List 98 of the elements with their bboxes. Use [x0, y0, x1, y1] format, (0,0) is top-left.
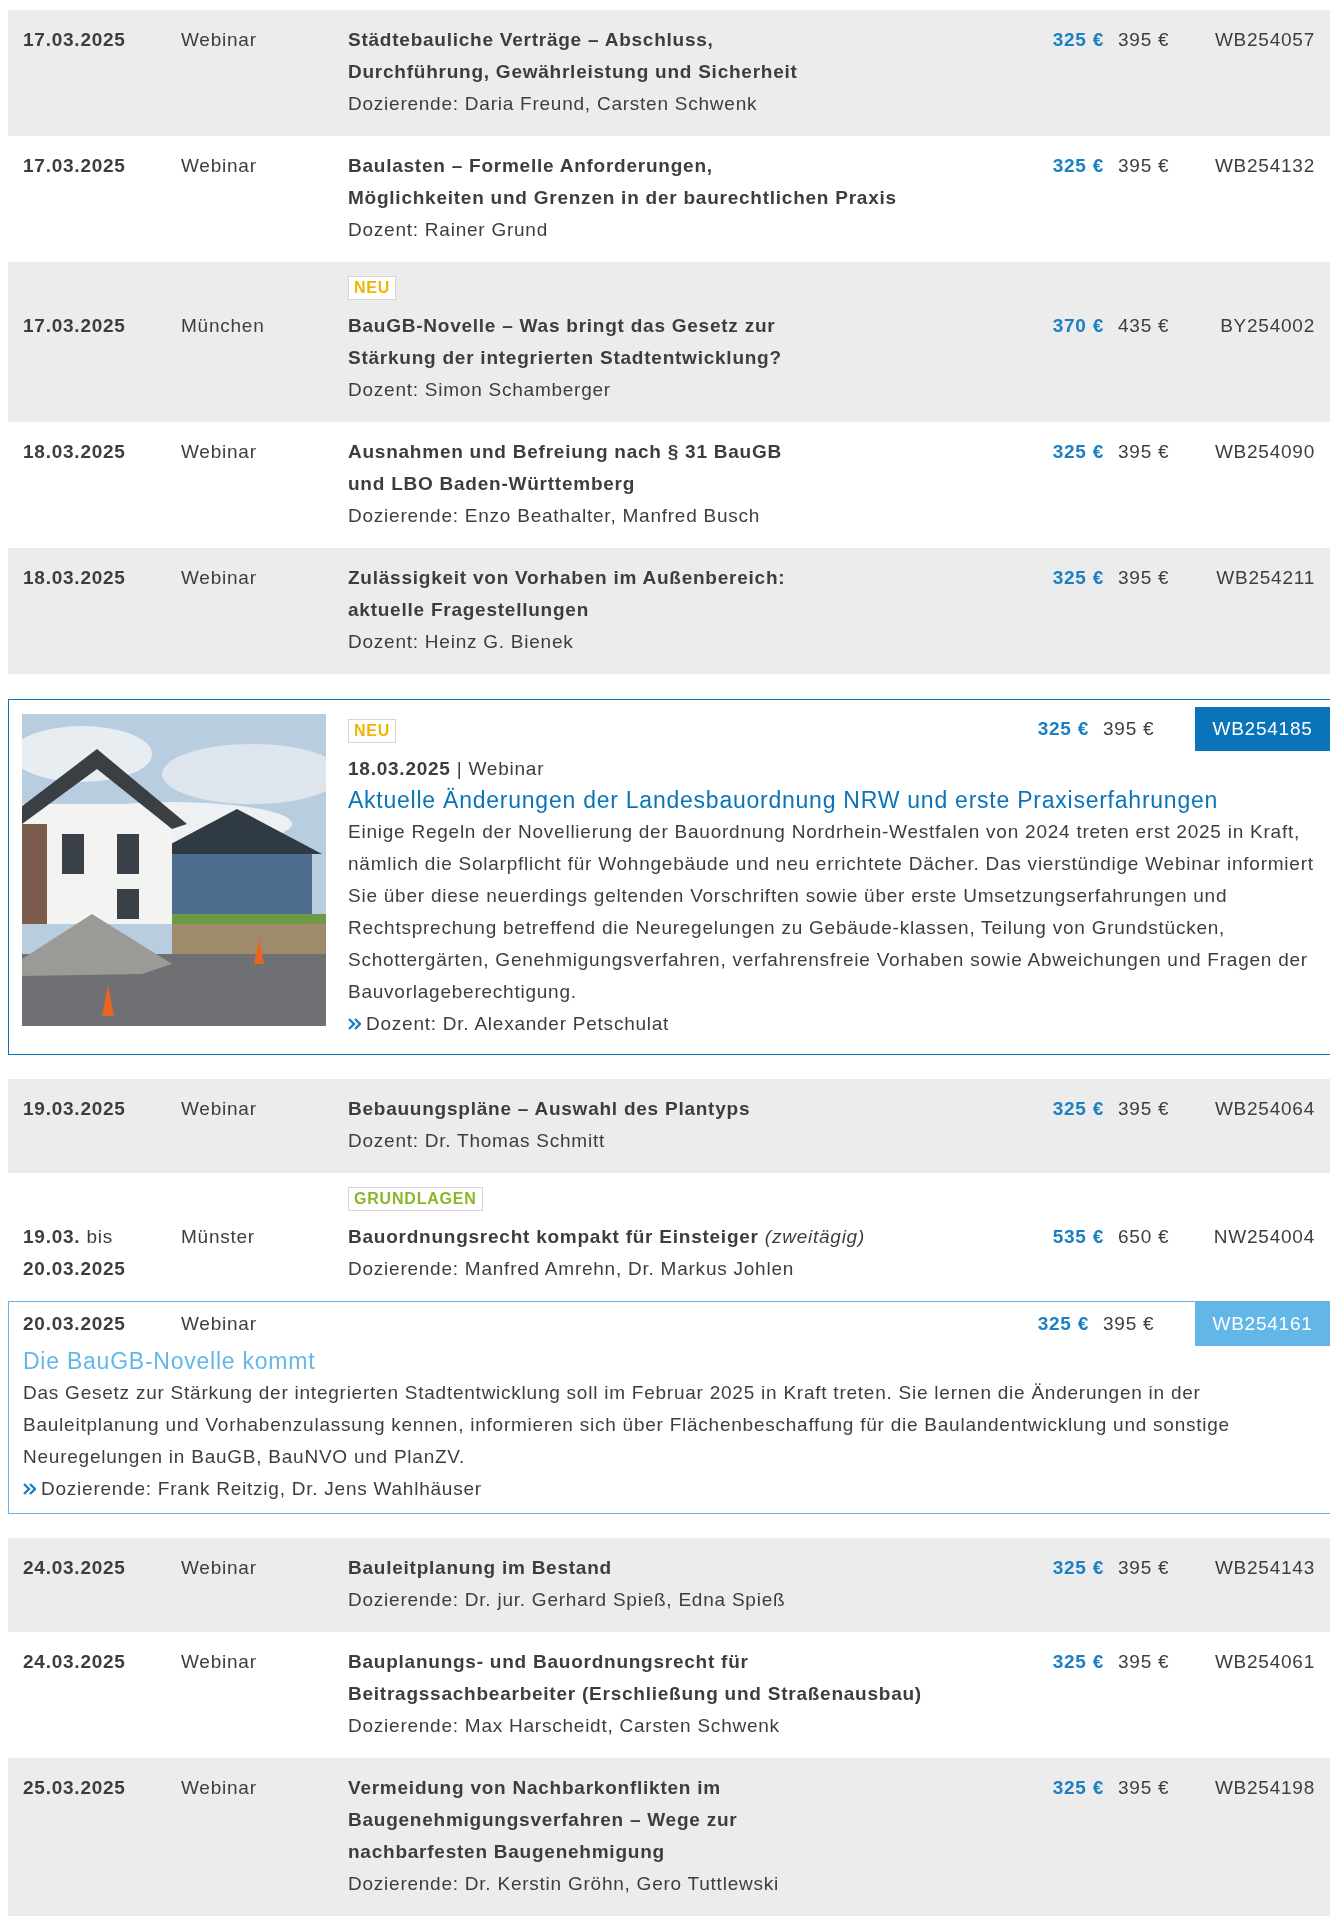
lecturers: Dozent: Heinz G. Bienek — [348, 630, 575, 654]
course-location: Webinar — [181, 1650, 258, 1674]
course-location: Webinar — [181, 1776, 258, 1800]
regular-price: 435 € — [1118, 314, 1171, 338]
course-title[interactable]: aktuelle Fragestellungen — [348, 594, 1032, 626]
course-title[interactable]: Beitragssachbearbeiter (Erschließung und Straßenausbau) — [348, 1678, 1032, 1710]
course-title[interactable]: Möglichkeiten und Grenzen in der baurechtlichen Praxis — [348, 182, 1032, 214]
badge: NEU — [348, 276, 397, 300]
course-date: 24.03.2025 — [23, 1650, 127, 1674]
regular-price: 395 € — [1118, 1556, 1171, 1580]
course-location: München — [181, 314, 266, 338]
course-code: WB254211 — [1215, 566, 1316, 590]
course-title[interactable]: Aktuelle Änderungen der Landesbauordnung NRW und erste Praxiserfahrungen — [348, 785, 1330, 816]
course-code: WB254198 — [1213, 1776, 1316, 1800]
course-title[interactable]: Baugenehmigungsverfahren – Wege zur — [348, 1804, 1032, 1836]
course-code: BY254002 — [1219, 314, 1316, 338]
price: 325 € — [1051, 1650, 1104, 1674]
lecturers: Dozierende: Dr. Kerstin Gröhn, Gero Tuttlewski — [348, 1872, 780, 1896]
course-code: WB254057 — [1213, 28, 1316, 52]
badge: GRUNDLAGEN — [348, 1187, 483, 1211]
regular-price: 395 € — [1118, 566, 1171, 590]
course-title[interactable]: Städtebauliche Verträge – Abschluss, — [348, 24, 1032, 56]
regular-price: 395 € — [1118, 154, 1171, 178]
course-code: WB254161 — [1195, 1302, 1330, 1346]
course-location: Münster — [181, 1225, 256, 1249]
lecturers: Dozierende: Dr. jur. Gerhard Spieß, Edna Spieß — [348, 1588, 787, 1612]
price: 370 € — [1051, 314, 1104, 338]
course-date: 17.03.2025 — [23, 154, 127, 178]
course-location: Webinar — [181, 566, 258, 590]
course-title[interactable]: Stärkung der integrierten Stadtentwicklung? — [348, 342, 1032, 374]
price: 325 € — [1051, 440, 1104, 464]
course-code: WB254061 — [1213, 1650, 1316, 1674]
lecturers: Dozierende: Daria Freund, Carsten Schwenk — [348, 92, 759, 116]
course-title[interactable]: Zulässigkeit von Vorhaben im Außenbereich: — [348, 562, 1032, 594]
course-end-date: 20.03.2025 — [23, 1257, 127, 1281]
lecturers: Dozent: Simon Schamberger — [348, 378, 612, 402]
course-location: Webinar — [181, 1556, 258, 1580]
course-code: WB254064 — [1213, 1097, 1316, 1121]
course-location: Webinar — [181, 1312, 258, 1336]
double-chevron-icon — [348, 1018, 361, 1030]
course-code: WB254090 — [1213, 440, 1316, 464]
regular-price: 395 € — [1103, 717, 1156, 741]
lecturers: Dozierende: Enzo Beathalter, Manfred Busch — [348, 504, 762, 528]
course-code: WB254143 — [1213, 1556, 1316, 1580]
course-date: 25.03.2025 — [23, 1776, 127, 1800]
course-title[interactable]: Bauleitplanung im Bestand — [348, 1552, 1032, 1584]
badge: NEU — [348, 719, 397, 743]
regular-price: 650 € — [1118, 1225, 1171, 1249]
course-location: Webinar — [181, 154, 258, 178]
lecturers: Dozent: Dr. Alexander Petschulat — [366, 1012, 670, 1036]
price: 325 € — [1051, 154, 1104, 178]
course-date: 17.03.2025 — [23, 28, 127, 52]
lecturers: Dozierende: Max Harscheidt, Carsten Schwenk — [348, 1714, 781, 1738]
course-title[interactable]: BauGB-Novelle – Was bringt das Gesetz zur — [348, 310, 1032, 342]
course-date: 20.03.2025 — [23, 1312, 127, 1336]
course-date: 19.03.2025 — [23, 1097, 127, 1121]
course-title[interactable]: Bauplanungs- und Bauordnungsrecht für — [348, 1646, 1032, 1678]
price: 325 € — [1051, 566, 1104, 590]
course-code: WB254185 — [1195, 707, 1330, 751]
regular-price: 395 € — [1118, 28, 1171, 52]
lecturers: Dozierende: Frank Reitzig, Dr. Jens Wahlhäuser — [41, 1477, 482, 1501]
course-description: Einige Regeln der Novellierung der Bauordnung Nordrhein-Westfalen von 2024 treten erst 2025 in Kraft, nämlich die Solarpflicht für Wohngebäude und neu errichtete Dächer. Das vierstündige Webinar informiert Sie über diese neuerdings geltenden Vorschriften sowie über erste Umsetzungserfahrungen und Rechtsprechung betreffend die Neuregelungen zu Gebäude-klassen, Teilung von Grundstücken, Schottergärten, Genehmigungsverfahren, verfahrensfreie Vorhaben sowie Abweichungen und Fragen der Bauvorlageberechtigung. — [348, 820, 1315, 1004]
course-location: Webinar — [181, 440, 258, 464]
course-title[interactable]: Durchführung, Gewährleistung und Sicherheit — [348, 56, 1032, 88]
course-title[interactable]: nachbarfesten Baugenehmigung — [348, 1836, 1032, 1868]
course-title[interactable]: Bebauungspläne – Auswahl des Plantyps — [348, 1093, 1032, 1125]
regular-price: 395 € — [1118, 1650, 1171, 1674]
price: 325 € — [1051, 1097, 1104, 1121]
price: 325 € — [1051, 28, 1104, 52]
course-description: Das Gesetz zur Stärkung der integrierten Stadtentwicklung soll im Februar 2025 in Kraft treten. Sie lernen die Änderungen in der Bauleitplanung und Vorhabenzulassung kennen, informieren sich über Flächenbeschaffung für die Baulandentwicklung und sonstige Neuregelungen in BauGB, BauNVO und PlanZV. — [23, 1381, 1231, 1469]
course-title[interactable]: Bauordnungsrecht kompakt für Einsteiger (zweitägig) — [348, 1221, 1032, 1253]
course-date: 17.03.2025 — [23, 314, 127, 338]
lecturers: Dozierende: Manfred Amrehn, Dr. Markus Johlen — [348, 1257, 796, 1281]
course-date: 24.03.2025 — [23, 1556, 127, 1580]
course-date: 19.03. bis — [23, 1225, 114, 1249]
price: 535 € — [1051, 1225, 1104, 1249]
double-chevron-icon — [23, 1483, 36, 1495]
course-code: NW254004 — [1212, 1225, 1316, 1249]
course-title[interactable]: Baulasten – Formelle Anforderungen, — [348, 150, 1032, 182]
course-title[interactable]: Vermeidung von Nachbarkonflikten im — [348, 1772, 1032, 1804]
lecturers: Dozent: Dr. Thomas Schmitt — [348, 1129, 606, 1153]
lecturers: Dozent: Rainer Grund — [348, 218, 549, 242]
course-location: Webinar — [181, 1097, 258, 1121]
course-title[interactable]: und LBO Baden-Württemberg — [348, 468, 1032, 500]
price: 325 € — [1036, 717, 1089, 741]
course-location: Webinar — [181, 28, 258, 52]
course-code: WB254132 — [1213, 154, 1316, 178]
price: 325 € — [1051, 1776, 1104, 1800]
regular-price: 395 € — [1118, 1776, 1171, 1800]
course-date: 18.03.2025 — [23, 440, 127, 464]
course-date: 18.03.2025 — [23, 566, 127, 590]
regular-price: 395 € — [1118, 440, 1171, 464]
price: 325 € — [1051, 1556, 1104, 1580]
course-date-location: 18.03.2025 | Webinar — [348, 757, 546, 781]
regular-price: 395 € — [1103, 1312, 1156, 1336]
regular-price: 395 € — [1118, 1097, 1171, 1121]
price: 325 € — [1036, 1312, 1089, 1336]
course-title[interactable]: Ausnahmen und Befreiung nach § 31 BauGB — [348, 436, 1032, 468]
